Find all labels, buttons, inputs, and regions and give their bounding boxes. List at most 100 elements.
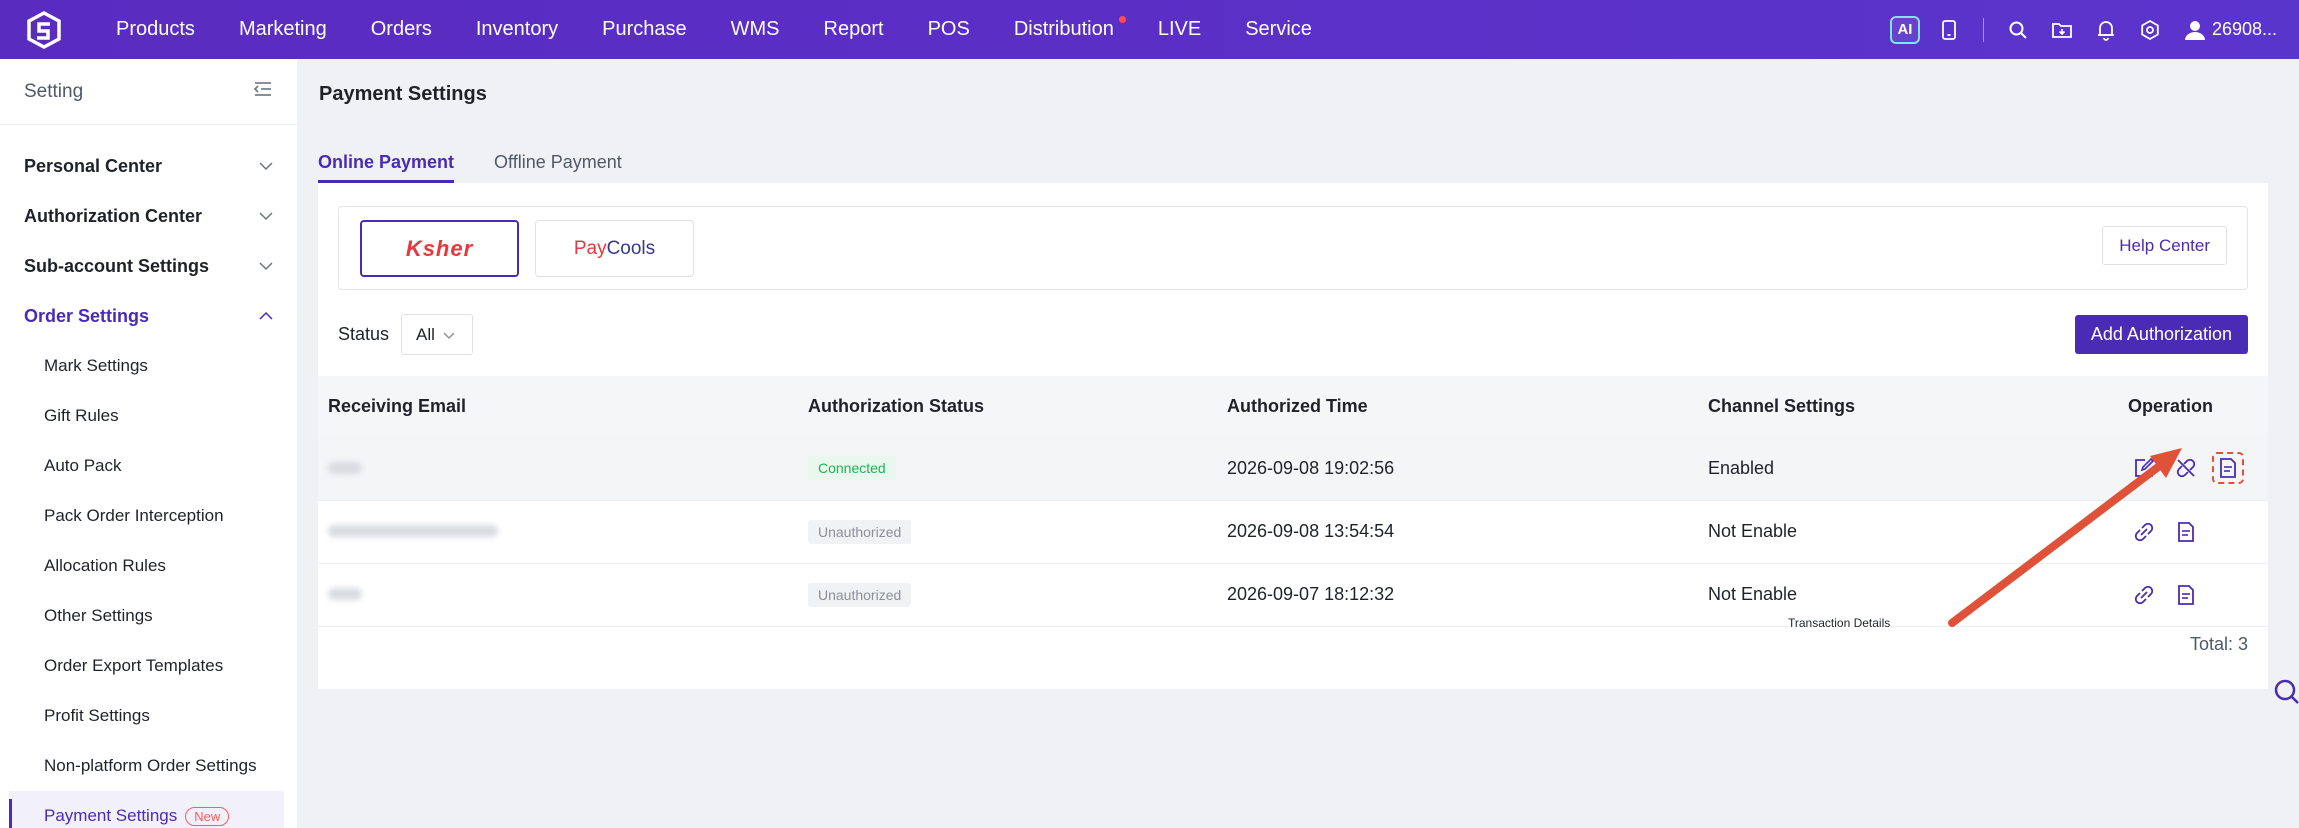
nav-inventory-label: Inventory: [475, 18, 559, 40]
sidebar-group-personal-center[interactable]: Personal Center: [0, 141, 297, 191]
download-folder-icon[interactable]: [2040, 0, 2084, 59]
new-badge: New: [185, 806, 230, 826]
annotation-arrow-icon: [1948, 448, 2182, 627]
ai-assistant-button[interactable]: AI: [1883, 0, 1927, 59]
column-header: Channel Settings: [1698, 376, 2118, 437]
nav-marketing[interactable]: Marketing: [217, 0, 349, 59]
nav-wms-label: WMS: [730, 18, 780, 40]
sidebar-group-order-settings[interactable]: Order Settings: [0, 291, 297, 341]
nav-wms[interactable]: WMS: [709, 0, 802, 59]
payment-tabs: Online Payment Offline Payment: [318, 141, 662, 183]
status-cell: Connected: [798, 437, 1217, 501]
nav-report[interactable]: Report: [802, 0, 906, 59]
search-icon[interactable]: [1996, 0, 2040, 59]
tab-offline-payment[interactable]: Offline Payment: [494, 141, 622, 183]
sidebar-item-label: Allocation Rules: [44, 556, 166, 575]
nav-pos[interactable]: POS: [906, 0, 992, 59]
column-header: Authorized Time: [1217, 376, 1698, 437]
authorized-time-cell: 2026-09-07 18:12:32: [1217, 563, 1698, 627]
nav-service[interactable]: Service: [1223, 0, 1334, 59]
sidebar-group-label: Sub-account Settings: [24, 255, 210, 276]
sidebar-item-label: Auto Pack: [44, 456, 122, 475]
status-cell: Unauthorized: [798, 563, 1217, 627]
chevron-down-icon: [259, 212, 273, 221]
status-select[interactable]: All: [401, 314, 474, 355]
nav-live-label: LIVE: [1157, 18, 1202, 40]
paycools-logo-pay: Pay: [573, 237, 607, 259]
nav-orders[interactable]: Orders: [349, 0, 454, 59]
nav-products-label: Products: [116, 18, 195, 40]
mobile-icon[interactable]: [1927, 0, 1971, 59]
status-filter: Status All: [338, 314, 474, 355]
nav-distribution[interactable]: Distribution: [992, 0, 1136, 59]
receiving-email-cell: [318, 563, 798, 627]
chevron-down-icon: [259, 262, 273, 271]
nav-live[interactable]: LIVE: [1136, 0, 1223, 59]
sidebar-group-authorization-center[interactable]: Authorization Center: [0, 191, 297, 241]
column-header: Authorization Status: [798, 376, 1217, 437]
nav-purchase-label: Purchase: [602, 18, 687, 40]
status-cell: Unauthorized: [798, 500, 1217, 564]
ksher-logo: Ksher: [405, 235, 474, 261]
column-header: Receiving Email: [318, 376, 798, 437]
nav-pos-label: POS: [927, 18, 970, 40]
transaction-details-tooltip: Transaction Details: [1788, 616, 1891, 630]
nav-distribution-label: Distribution: [1013, 18, 1114, 40]
sidebar-header: Setting: [0, 59, 297, 125]
nav-report-label: Report: [823, 18, 884, 40]
paycools-logo-cools: Cools: [606, 237, 656, 259]
sidebar-group-sub-account-settings[interactable]: Sub-account Settings: [0, 241, 297, 291]
sidebar-item-label: Other Settings: [44, 606, 153, 625]
sidebar-item-label: Pack Order Interception: [44, 506, 224, 525]
sidebar-item-label: Non-platform Order Settings: [44, 756, 257, 775]
floating-search-icon[interactable]: [2269, 676, 2299, 711]
sidebar-item-mark-settings[interactable]: Mark Settings: [0, 341, 297, 391]
provider-paycools[interactable]: PayCools: [535, 220, 694, 277]
sidebar-item-label: Mark Settings: [44, 356, 148, 375]
sidebar-item-label: Gift Rules: [44, 406, 119, 425]
tab-online-payment[interactable]: Online Payment: [318, 141, 455, 183]
sidebar-item-gift-rules[interactable]: Gift Rules: [0, 391, 297, 441]
gear-icon[interactable]: [2128, 0, 2172, 59]
page-title: Payment Settings: [319, 83, 487, 105]
tab-label: Online Payment: [318, 151, 455, 172]
sidebar-item-non-platform-order-settings[interactable]: Non-platform Order Settings: [0, 741, 297, 791]
sidebar-item-allocation-rules[interactable]: Allocation Rules: [0, 541, 297, 591]
collapse-sidebar-icon[interactable]: [253, 81, 273, 102]
nav-products[interactable]: Products: [94, 0, 217, 59]
nav-service-label: Service: [1245, 18, 1312, 40]
sidebar-group-label: Authorization Center: [24, 205, 202, 226]
help-center-button[interactable]: Help Center: [2102, 226, 2227, 265]
transaction-details-icon[interactable]: [2212, 452, 2244, 485]
chevron-down-icon: [259, 162, 273, 171]
sidebar-item-pack-order-interception[interactable]: Pack Order Interception: [0, 491, 297, 541]
app-logo-icon[interactable]: [22, 8, 66, 52]
authorized-time-cell: 2026-09-08 19:02:56: [1217, 437, 1698, 501]
status-filter-label: Status: [338, 324, 390, 344]
redacted-email: [328, 588, 362, 600]
provider-ksher[interactable]: Ksher: [360, 220, 519, 277]
status-badge: Connected: [808, 456, 896, 481]
receiving-email-cell: [318, 437, 798, 501]
bell-icon[interactable]: [2084, 0, 2128, 59]
sidebar-title: Setting: [24, 80, 84, 102]
column-header: Operation: [2118, 376, 2268, 437]
table-header-row: Receiving Email Authorization Status Aut…: [318, 376, 2268, 437]
sidebar-item-label: Profit Settings: [44, 706, 150, 725]
sidebar-item-label: Order Export Templates: [44, 656, 224, 675]
provider-selector: Ksher PayCools Help Center: [338, 206, 2248, 290]
sidebar-item-profit-settings[interactable]: Profit Settings: [0, 691, 297, 741]
sidebar-item-payment-settings[interactable]: Payment Settings New: [9, 791, 284, 828]
receiving-email-cell: [318, 500, 798, 564]
nav-separator: [1982, 17, 1984, 42]
redacted-email: [328, 525, 498, 537]
nav-inventory[interactable]: Inventory: [454, 0, 580, 59]
user-menu[interactable]: 26908...: [2184, 19, 2277, 41]
add-authorization-button[interactable]: Add Authorization: [2074, 315, 2248, 354]
sidebar-item-other-settings[interactable]: Other Settings: [0, 591, 297, 641]
user-id: 26908...: [2211, 19, 2277, 39]
tab-label: Offline Payment: [494, 151, 622, 172]
nav-purchase[interactable]: Purchase: [580, 0, 709, 59]
sidebar-item-order-export-templates[interactable]: Order Export Templates: [0, 641, 297, 691]
sidebar-item-auto-pack[interactable]: Auto Pack: [0, 441, 297, 491]
